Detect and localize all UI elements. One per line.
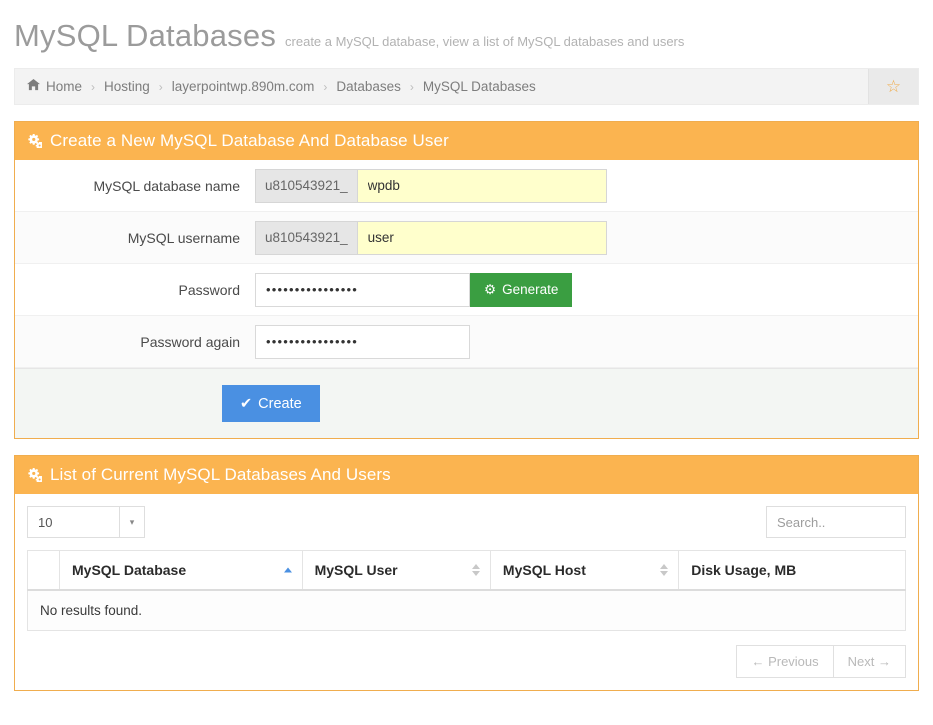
page-title: MySQL Databases xyxy=(14,18,277,53)
search-input[interactable] xyxy=(766,506,906,538)
breadcrumb-item-domain[interactable]: layerpointwp.890m.com xyxy=(172,79,315,94)
username-input[interactable] xyxy=(356,220,607,255)
sort-ascending-icon xyxy=(283,567,292,573)
favorite-button[interactable]: ☆ xyxy=(868,69,918,104)
table-controls: 10 ▾ xyxy=(27,506,906,538)
database-name-input[interactable] xyxy=(356,168,607,203)
table-header-label: MySQL Host xyxy=(502,562,586,578)
breadcrumb: Home › Hosting › layerpointwp.890m.com ›… xyxy=(15,69,868,104)
breadcrumb-separator: › xyxy=(323,79,328,94)
password-again-control xyxy=(255,324,470,359)
form-row-username: MySQL username u810543921_ xyxy=(15,212,918,264)
form-row-password: Password ⚙ Generate xyxy=(15,264,918,316)
username-input-group: u810543921_ xyxy=(255,220,607,255)
create-button-label: Create xyxy=(258,395,302,412)
breadcrumb-item-databases[interactable]: Databases xyxy=(336,79,401,94)
breadcrumb-bar: Home › Hosting › layerpointwp.890m.com ›… xyxy=(14,68,919,105)
previous-page-button[interactable]: ← Previous xyxy=(736,645,834,678)
table-header-mysql-database[interactable]: MySQL Database xyxy=(59,550,303,591)
database-name-prefix: u810543921_ xyxy=(255,168,357,203)
cogs-icon xyxy=(27,134,42,150)
home-icon xyxy=(27,79,40,94)
create-panel-footer: ✔ Create xyxy=(15,368,918,438)
list-databases-panel: List of Current MySQL Databases And User… xyxy=(14,455,919,691)
generate-password-button[interactable]: ⚙ Generate xyxy=(470,272,573,307)
password-input[interactable] xyxy=(255,272,470,307)
table-header-row: MySQL Database MySQL User MySQL Host Dis… xyxy=(27,550,906,591)
table-body: No results found. xyxy=(27,590,906,631)
password-again-input[interactable] xyxy=(255,324,470,359)
cogs-icon xyxy=(27,468,42,484)
page-length-value: 10 xyxy=(38,514,53,530)
password-again-label: Password again xyxy=(140,333,240,350)
breadcrumb-item-home[interactable]: Home xyxy=(46,79,82,94)
table-header-label: MySQL User xyxy=(314,562,398,578)
table-head: MySQL Database MySQL User MySQL Host Dis… xyxy=(27,550,906,591)
table-header-mysql-user[interactable]: MySQL User xyxy=(301,550,491,591)
breadcrumb-item-hosting[interactable]: Hosting xyxy=(104,79,150,94)
next-page-button[interactable]: Next → xyxy=(833,645,906,678)
breadcrumb-separator: › xyxy=(409,79,414,94)
page-length-select[interactable]: 10 ▾ xyxy=(27,506,145,538)
form-row-password-again: Password again xyxy=(15,316,918,368)
generate-button-label: Generate xyxy=(502,282,559,297)
password-control: ⚙ Generate xyxy=(255,272,573,307)
create-panel-body: MySQL database name u810543921_ MySQL us… xyxy=(15,160,918,438)
table-header-blank xyxy=(27,550,60,591)
create-panel-heading: Create a New MySQL Database And Database… xyxy=(15,122,918,160)
table-empty-row: No results found. xyxy=(27,590,906,631)
sort-none-icon xyxy=(660,564,669,576)
empty-message: No results found. xyxy=(27,590,906,631)
table-header-label: Disk Usage, MB xyxy=(691,562,797,578)
star-icon: ☆ xyxy=(885,77,902,96)
page-subtitle: create a MySQL database, view a list of … xyxy=(285,34,685,49)
breadcrumb-separator: › xyxy=(91,79,96,94)
breadcrumb-item-mysql-databases[interactable]: MySQL Databases xyxy=(423,79,536,94)
list-panel-heading: List of Current MySQL Databases And User… xyxy=(15,456,918,494)
create-panel-title: Create a New MySQL Database And Database… xyxy=(50,131,449,150)
create-button[interactable]: ✔ Create xyxy=(222,385,320,422)
page-root: MySQL Databases create a MySQL database,… xyxy=(0,0,933,725)
database-name-input-group: u810543921_ xyxy=(255,168,607,203)
sort-none-icon xyxy=(471,564,480,576)
username-control: u810543921_ xyxy=(255,220,607,255)
table-header-disk-usage[interactable]: Disk Usage, MB xyxy=(678,550,906,591)
list-panel-body: 10 ▾ MySQL Database xyxy=(15,494,918,690)
chevron-down-icon: ▾ xyxy=(119,507,144,537)
table-header-label: MySQL Database xyxy=(72,562,187,578)
check-icon: ✔ xyxy=(240,395,253,412)
database-name-label: MySQL database name xyxy=(93,177,240,194)
page-header: MySQL Databases create a MySQL database,… xyxy=(0,0,933,54)
pagination: ← Previous Next → xyxy=(736,645,906,678)
list-panel-title: List of Current MySQL Databases And User… xyxy=(50,465,391,484)
username-label: MySQL username xyxy=(127,229,240,246)
username-prefix: u810543921_ xyxy=(255,220,357,255)
database-name-control: u810543921_ xyxy=(255,168,607,203)
table-header-mysql-host[interactable]: MySQL Host xyxy=(489,550,680,591)
create-database-panel: Create a New MySQL Database And Database… xyxy=(14,121,919,439)
table-footer: ← Previous Next → xyxy=(27,645,906,678)
gear-icon: ⚙ xyxy=(484,281,497,297)
databases-table: MySQL Database MySQL User MySQL Host Dis… xyxy=(27,550,906,631)
password-label: Password xyxy=(178,281,240,298)
form-row-database-name: MySQL database name u810543921_ xyxy=(15,160,918,212)
breadcrumb-separator: › xyxy=(158,79,163,94)
